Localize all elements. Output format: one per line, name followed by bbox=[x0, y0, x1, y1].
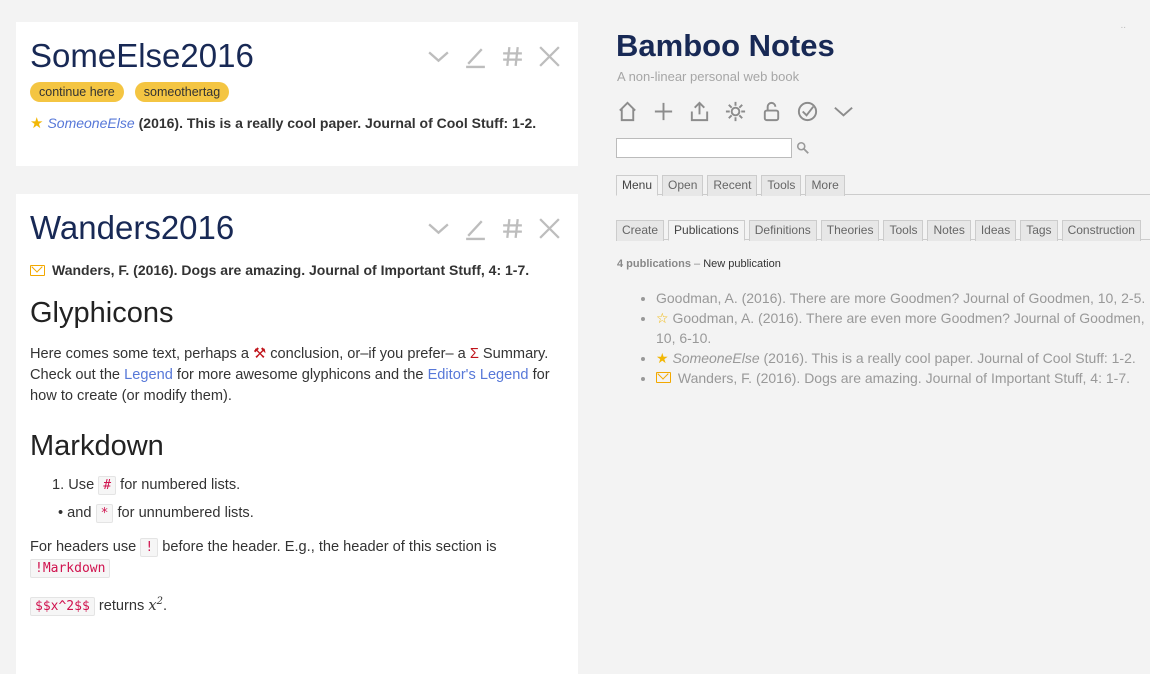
tab-theories[interactable]: Theories bbox=[820, 220, 880, 241]
tab-construction[interactable]: Construction bbox=[1061, 220, 1141, 241]
envelope-icon bbox=[656, 372, 671, 383]
page-controls bbox=[616, 100, 855, 123]
publication-item[interactable]: Goodman, A. (2016). There are more Goodm… bbox=[656, 288, 1150, 308]
new-publication-link[interactable]: New publication bbox=[703, 258, 781, 270]
sigma-icon: Σ bbox=[469, 346, 479, 362]
bullet-list-item: • and * for unnumbered lists. bbox=[58, 504, 254, 523]
reference: Wanders, F. (2016). Dogs are amazing. Jo… bbox=[30, 262, 564, 278]
star-icon: ★ bbox=[30, 115, 44, 132]
publication-item[interactable]: ★ SomeoneElse (2016). This is a really c… bbox=[656, 348, 1150, 368]
star-outline-icon: ☆ bbox=[656, 310, 669, 326]
site-title: Bamboo Notes bbox=[616, 28, 835, 63]
heading-markdown: Markdown bbox=[30, 430, 164, 462]
sidebar-tabs: Menu Open Recent Tools More bbox=[616, 175, 845, 196]
tiddler-controls bbox=[426, 44, 562, 69]
tab-open[interactable]: Open bbox=[662, 175, 704, 196]
close-icon[interactable] bbox=[537, 44, 562, 69]
chevron-down-icon[interactable] bbox=[426, 216, 451, 241]
tag-continue-here[interactable]: continue here bbox=[30, 82, 124, 102]
tag-someothertag[interactable]: someothertag bbox=[134, 82, 230, 102]
tab-more[interactable]: More bbox=[805, 175, 845, 196]
hashtag-icon[interactable] bbox=[500, 44, 525, 69]
tab-menu[interactable]: Menu bbox=[616, 175, 659, 196]
menu-tabs: Create Publications Definitions Theories… bbox=[616, 220, 1141, 241]
search-icon[interactable] bbox=[796, 141, 810, 155]
edit-icon[interactable] bbox=[463, 44, 488, 69]
numbered-list-item: 1. Use # for numbered lists. bbox=[52, 476, 241, 495]
tab-notes[interactable]: Notes bbox=[927, 220, 971, 241]
search-input[interactable] bbox=[616, 138, 792, 158]
close-icon[interactable] bbox=[537, 216, 562, 241]
tiddler-wanders2016: Wanders2016 Wanders, F. (2016). Dogs are… bbox=[16, 194, 578, 674]
envelope-icon bbox=[30, 264, 45, 276]
math-formula: x2 bbox=[148, 596, 163, 614]
reference-text: Wanders, F. (2016). Dogs are amazing. Jo… bbox=[52, 262, 530, 278]
sidebar-corner-dots: .. bbox=[1120, 20, 1126, 31]
publication-item[interactable]: ☆ Goodman, A. (2016). There are even mor… bbox=[656, 308, 1150, 348]
tab-tags[interactable]: Tags bbox=[1020, 220, 1058, 241]
legend-link[interactable]: Legend bbox=[124, 367, 173, 383]
hammer-icon: ⚒ bbox=[253, 346, 267, 362]
author-link[interactable]: SomeoneElse bbox=[47, 115, 134, 131]
glyphicons-paragraph: Here comes some text, perhaps a ⚒ conclu… bbox=[30, 346, 550, 404]
tag-list: continue here someothertag bbox=[30, 82, 564, 102]
tab-ideas[interactable]: Ideas bbox=[974, 220, 1017, 241]
reference-text: (2016). This is a really cool paper. Jou… bbox=[138, 115, 537, 131]
unlock-icon[interactable] bbox=[760, 100, 783, 123]
star-icon: ★ bbox=[656, 350, 669, 366]
tab-tools[interactable]: Tools bbox=[883, 220, 924, 241]
hashtag-icon[interactable] bbox=[500, 216, 525, 241]
tab-publications[interactable]: Publications bbox=[668, 220, 745, 241]
reference: ★ SomeoneElse (2016). This is a really c… bbox=[30, 114, 564, 132]
tab-recent[interactable]: Recent bbox=[707, 175, 758, 196]
chevron-down-icon[interactable] bbox=[426, 44, 451, 69]
heading-glyphicons: Glyphicons bbox=[30, 297, 174, 329]
tab-definitions[interactable]: Definitions bbox=[748, 220, 817, 241]
tiddler-controls bbox=[426, 216, 562, 241]
check-circle-icon[interactable] bbox=[796, 100, 819, 123]
tiddler-someelse2016: SomeElse2016 continue here someothertag … bbox=[16, 22, 578, 166]
editors-legend-link[interactable]: Editor's Legend bbox=[428, 367, 529, 383]
publication-count: 4 publications – New publication bbox=[617, 258, 781, 270]
export-icon[interactable] bbox=[688, 100, 711, 123]
publication-list: Goodman, A. (2016). There are more Goodm… bbox=[640, 288, 1150, 388]
site-subtitle: A non-linear personal web book bbox=[617, 69, 800, 84]
home-icon[interactable] bbox=[616, 100, 639, 123]
publication-item[interactable]: Wanders, F. (2016). Dogs are amazing. Jo… bbox=[656, 368, 1150, 388]
tab-create[interactable]: Create bbox=[616, 220, 665, 241]
tab-tools[interactable]: Tools bbox=[761, 175, 802, 196]
gear-icon[interactable] bbox=[724, 100, 747, 123]
chevron-down-icon[interactable] bbox=[832, 100, 855, 123]
edit-icon[interactable] bbox=[463, 216, 488, 241]
math-paragraph: $$x^2$$ returns x2. bbox=[30, 591, 564, 617]
plus-icon[interactable] bbox=[652, 100, 675, 123]
headers-paragraph: For headers use ! before the header. E.g… bbox=[30, 538, 497, 578]
